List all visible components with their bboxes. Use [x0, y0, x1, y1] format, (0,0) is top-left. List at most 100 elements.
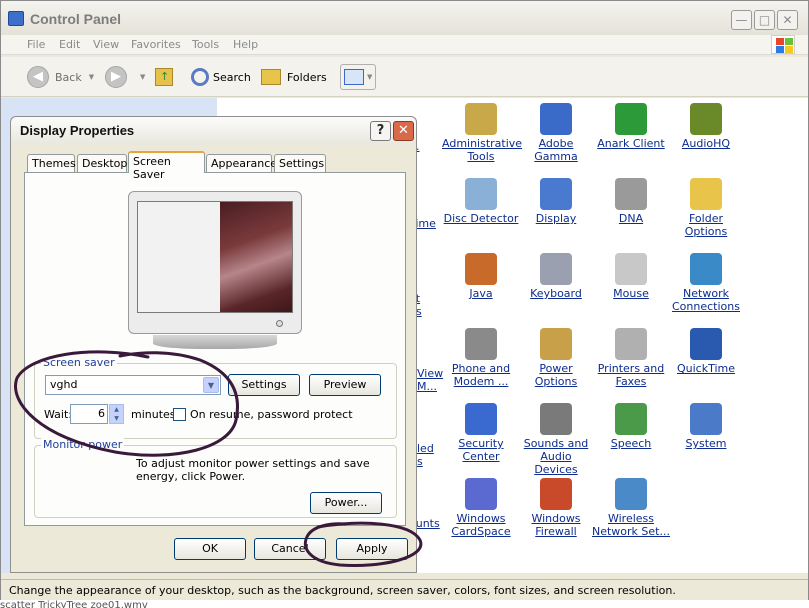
cp-item[interactable]: Printers and Faxes — [592, 328, 670, 388]
screensaver-preview-button[interactable]: Preview — [309, 374, 381, 396]
folders-button[interactable]: Folders — [261, 64, 327, 90]
menu-favorites[interactable]: Favorites — [131, 38, 181, 51]
cp-item-label: Mouse — [613, 287, 649, 300]
screensaver-preview-image — [220, 202, 292, 312]
cp-item-label: Wireless Network Set... — [592, 512, 670, 538]
cp-item-label: AudioHQ — [681, 137, 731, 150]
tab-appearance[interactable]: Appearance — [206, 154, 277, 172]
menu-view[interactable]: View — [93, 38, 119, 51]
menu-help[interactable]: Help — [233, 38, 258, 51]
cp-item[interactable]: Power Options — [517, 328, 595, 388]
password-protect-checkbox[interactable] — [173, 408, 186, 421]
power-button[interactable]: Power... — [310, 492, 382, 514]
up-folder-button[interactable]: ↑ — [155, 64, 173, 90]
minutes-label: minutes — [131, 408, 176, 421]
screen-saver-select[interactable]: vghd ▼ — [45, 375, 221, 395]
apply-button[interactable]: Apply — [336, 538, 408, 560]
monitor-stand — [153, 335, 277, 349]
cp-item-label: Network Connections — [672, 287, 740, 313]
monitor-preview — [128, 191, 302, 334]
cp-item[interactable]: AudioHQ — [667, 103, 745, 150]
screen-saver-group-label: Screen saver — [41, 356, 117, 369]
chevron-down-icon[interactable]: ▼ — [140, 73, 145, 81]
views-button[interactable]: ▼ — [340, 64, 377, 90]
maximize-button[interactable]: □ — [754, 10, 775, 30]
cp-item[interactable]: Sounds and Audio Devices — [517, 403, 595, 476]
partial-item-label[interactable]: View — [417, 367, 443, 380]
search-icon — [191, 68, 209, 86]
shield-icon — [465, 403, 497, 435]
cp-item[interactable]: DNA — [592, 178, 670, 225]
cp-item[interactable]: Display — [517, 178, 595, 225]
search-label: Search — [213, 70, 251, 84]
network-icon — [690, 253, 722, 285]
menu-file[interactable]: File — [27, 38, 45, 51]
screensaver-settings-button[interactable]: Settings — [228, 374, 300, 396]
cp-item-label: Administrative Tools — [442, 137, 523, 163]
cp-item-label: Windows CardSpace — [451, 512, 511, 538]
back-button[interactable]: ◀ Back ▼ — [27, 64, 94, 90]
chevron-down-icon[interactable]: ▼ — [89, 73, 94, 81]
close-button[interactable]: ✕ — [777, 10, 798, 30]
cp-item[interactable]: Windows CardSpace — [442, 478, 520, 538]
cp-item[interactable]: Windows Firewall — [517, 478, 595, 538]
dialog-title-bar[interactable]: Display Properties ? ✕ — [11, 117, 416, 145]
minimize-button[interactable]: — — [731, 10, 752, 30]
cp-item[interactable]: Anark Client — [592, 103, 670, 150]
windows-logo-icon — [771, 35, 795, 54]
admin-tools-icon — [465, 103, 497, 135]
cp-item-label: Anark Client — [597, 137, 665, 150]
cp-item[interactable]: Keyboard — [517, 253, 595, 300]
ok-button[interactable]: OK — [174, 538, 246, 560]
wait-minutes-input[interactable]: 6 — [70, 404, 108, 424]
phone-icon — [465, 328, 497, 360]
dialog-close-button[interactable]: ✕ — [393, 121, 414, 141]
cp-item[interactable]: Phone and Modem ... — [442, 328, 520, 388]
mouse-icon — [615, 253, 647, 285]
status-bar: Change the appearance of your desktop, s… — [1, 579, 808, 600]
chevron-down-icon[interactable]: ▼ — [367, 73, 372, 81]
search-button[interactable]: Search — [191, 64, 251, 90]
cp-item[interactable]: Security Center — [442, 403, 520, 463]
cardspace-icon — [465, 478, 497, 510]
cp-item[interactable]: Mouse — [592, 253, 670, 300]
cp-item[interactable]: Wireless Network Set... — [592, 478, 670, 538]
cp-item-label: Security Center — [458, 437, 504, 463]
monitor-power-group-label: Monitor power — [41, 438, 125, 451]
printer-icon — [615, 328, 647, 360]
cp-item[interactable]: Network Connections — [667, 253, 745, 313]
partial-item-label[interactable]: led — [417, 442, 434, 455]
cp-item-label: Power Options — [534, 362, 578, 388]
help-button[interactable]: ? — [370, 121, 391, 141]
tab-themes[interactable]: Themes — [27, 154, 76, 172]
java-icon — [465, 253, 497, 285]
cp-item[interactable]: Adobe Gamma — [517, 103, 595, 163]
partial-item-label[interactable]: M... — [417, 380, 437, 393]
cube-icon — [615, 103, 647, 135]
cp-item[interactable]: Java — [442, 253, 520, 300]
cp-item[interactable]: Disc Detector — [442, 178, 520, 225]
tab-screen-saver[interactable]: Screen Saver — [128, 151, 205, 181]
cp-item[interactable]: Speech — [592, 403, 670, 450]
audio-icon — [690, 103, 722, 135]
window-title: Control Panel — [30, 11, 122, 27]
back-arrow-icon: ◀ — [27, 66, 49, 88]
title-bar[interactable]: Control Panel — □ ✕ — [1, 1, 808, 35]
password-protect-label[interactable]: On resume, password protect — [190, 408, 353, 421]
cp-item[interactable]: Administrative Tools — [442, 103, 523, 163]
menu-edit[interactable]: Edit — [59, 38, 80, 51]
cp-item[interactable]: QuickTime — [667, 328, 745, 375]
tab-settings[interactable]: Settings — [274, 154, 326, 172]
chevron-down-icon[interactable]: ▼ — [203, 377, 219, 393]
menu-tools[interactable]: Tools — [192, 38, 219, 51]
cancel-button[interactable]: Cancel — [254, 538, 326, 560]
folders-label: Folders — [287, 70, 327, 84]
wait-spinner[interactable]: ▲ ▼ — [109, 404, 124, 424]
cp-item[interactable]: System — [667, 403, 745, 450]
up-folder-icon: ↑ — [155, 68, 173, 86]
cp-item[interactable]: Folder Options — [667, 178, 745, 238]
partial-item-label[interactable]: s — [417, 455, 423, 468]
speech-icon — [615, 403, 647, 435]
forward-button[interactable]: ▶ ▼ — [105, 64, 145, 90]
tab-desktop[interactable]: Desktop — [77, 154, 127, 172]
